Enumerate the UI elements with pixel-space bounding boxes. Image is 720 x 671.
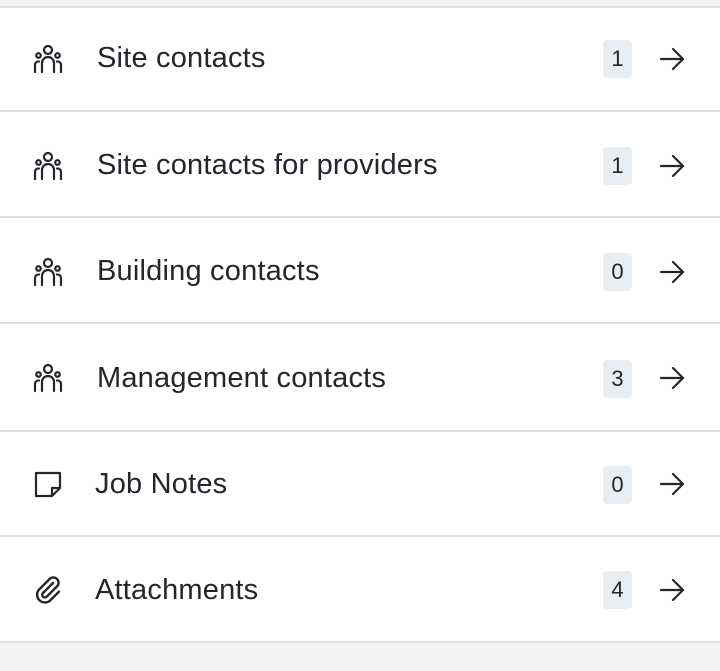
count-badge: 1 (603, 40, 632, 78)
bottom-background (0, 643, 720, 671)
sticky-note-icon (32, 468, 64, 500)
people-icon (32, 150, 64, 182)
people-icon (32, 43, 64, 75)
detail-nav-list: Site contacts 1 Site contacts for provid… (0, 0, 720, 671)
count-badge: 0 (603, 253, 632, 291)
count-badge: 1 (603, 147, 632, 185)
nav-row-label: Site contacts (97, 42, 266, 74)
arrow-right-icon (657, 363, 687, 393)
arrow-right-icon (657, 575, 687, 605)
nav-row-attachments[interactable]: Attachments 4 (0, 537, 720, 643)
people-icon (32, 362, 64, 394)
nav-row-label: Building contacts (97, 255, 320, 287)
paperclip-icon (32, 574, 64, 606)
nav-row-label: Attachments (95, 574, 259, 606)
arrow-right-icon (657, 257, 687, 287)
people-icon (32, 256, 64, 288)
arrow-right-icon (657, 469, 687, 499)
count-badge: 0 (603, 466, 632, 504)
nav-row-site-contacts-for-providers[interactable]: Site contacts for providers 1 (0, 112, 720, 218)
nav-row-site-contacts[interactable]: Site contacts 1 (0, 8, 720, 112)
count-badge: 4 (603, 571, 632, 609)
count-badge: 3 (603, 360, 632, 398)
nav-row-label: Management contacts (97, 362, 387, 394)
nav-row-management-contacts[interactable]: Management contacts 3 (0, 324, 720, 432)
arrow-right-icon (657, 44, 687, 74)
nav-row-job-notes[interactable]: Job Notes 0 (0, 432, 720, 537)
top-divider (0, 0, 720, 8)
nav-row-building-contacts[interactable]: Building contacts 0 (0, 218, 720, 324)
arrow-right-icon (657, 151, 687, 181)
nav-row-label: Site contacts for providers (97, 149, 438, 181)
nav-row-label: Job Notes (95, 468, 228, 500)
